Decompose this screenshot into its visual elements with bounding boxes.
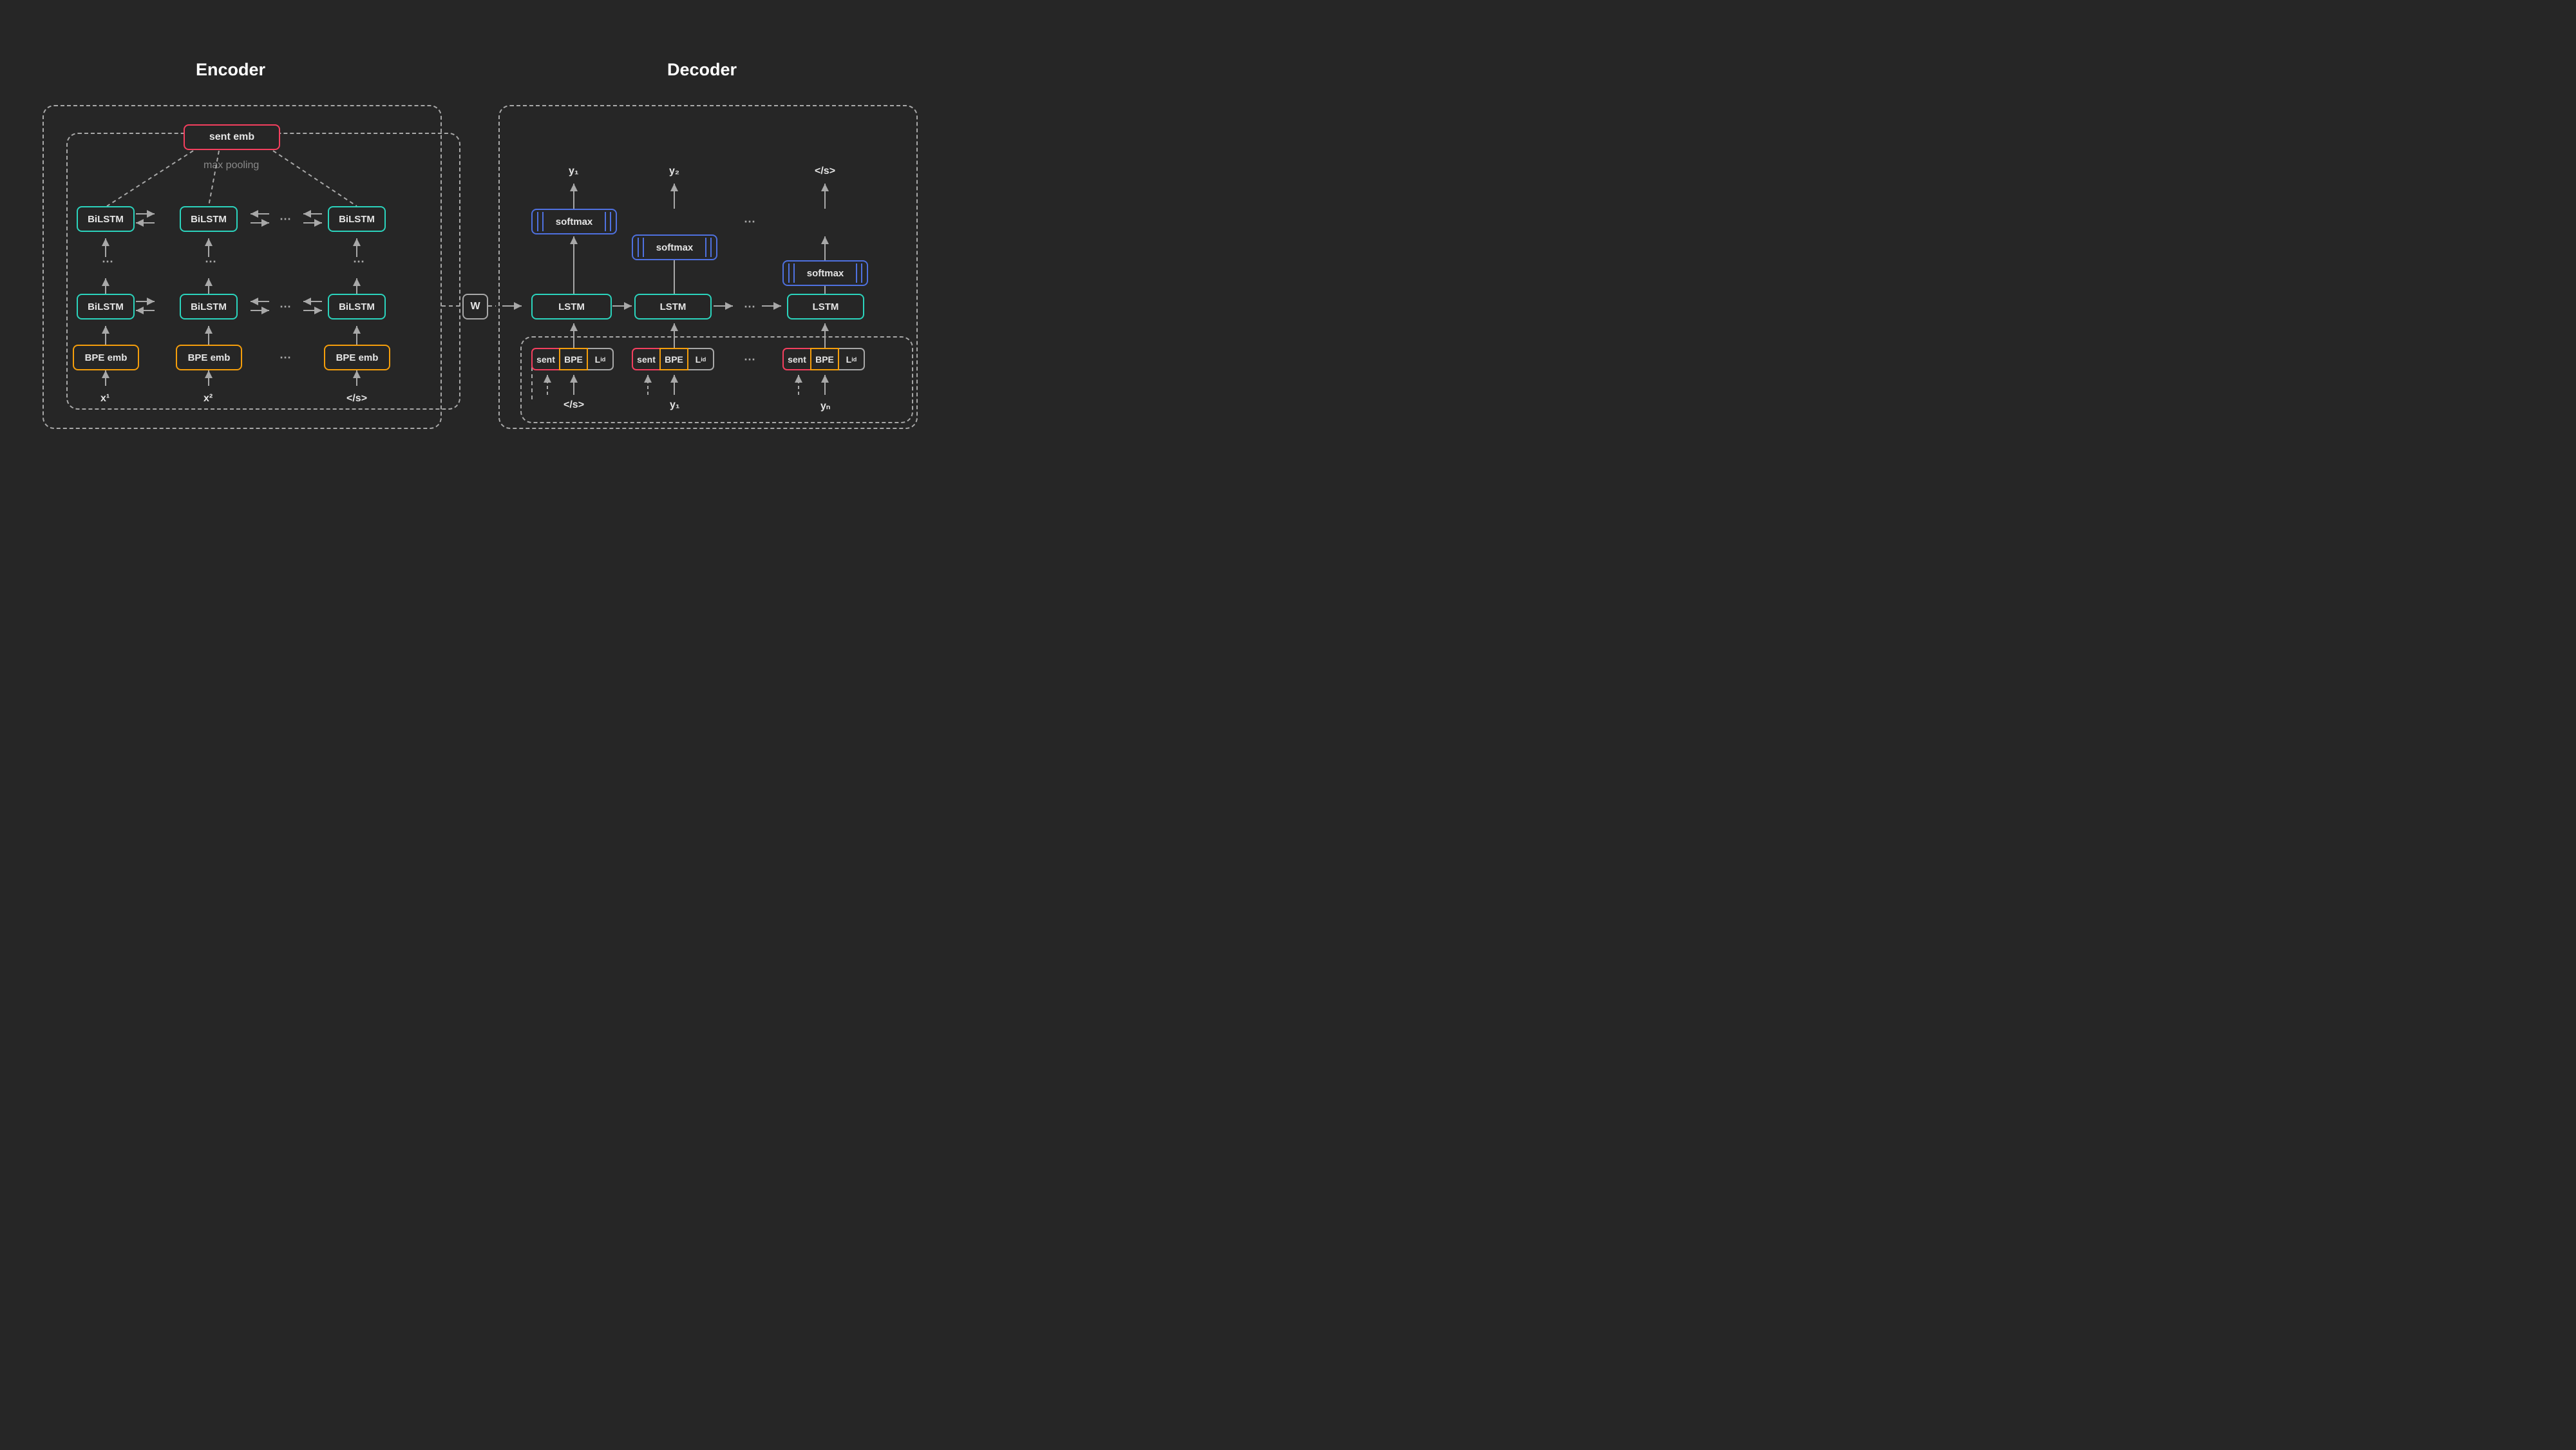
softmax-label: softmax <box>556 216 593 227</box>
encoder-title: Encoder <box>196 60 265 80</box>
decoder-title: Decoder <box>667 60 737 80</box>
seg-lid: Lid <box>839 348 865 370</box>
seg-sent: sent <box>531 348 559 370</box>
encoder-input-x1: x¹ <box>100 393 109 405</box>
bilstm-block-r1c3: BiLSTM <box>328 206 386 232</box>
softmax-label: softmax <box>807 268 844 279</box>
lstm-block-2: LSTM <box>634 294 712 320</box>
softmax-block-3: softmax <box>782 260 868 286</box>
bilstm-block-r1c1: BiLSTM <box>77 206 135 232</box>
seg-bpe: BPE <box>659 348 688 370</box>
sent-emb-block: sent emb <box>184 124 280 150</box>
ellipsis: ⋯ <box>205 255 217 269</box>
encoder-input-eos: </s> <box>346 393 367 405</box>
seg-lid: Lid <box>588 348 614 370</box>
ellipsis: ⋯ <box>744 353 756 367</box>
lstm-block-1: LSTM <box>531 294 612 320</box>
softmax-block-2: softmax <box>632 234 717 260</box>
decoder-input-1: sent BPE Lid <box>531 348 614 370</box>
seg-lid: Lid <box>688 348 714 370</box>
bpe-emb-block-3: BPE emb <box>324 345 390 370</box>
ellipsis: ⋯ <box>353 255 365 269</box>
decoder-output-eos: </s> <box>815 166 835 177</box>
decoder-input-yn: yₙ <box>820 399 830 412</box>
decoder-output-y2: y₂ <box>669 166 679 177</box>
decoder-input-2: sent BPE Lid <box>632 348 714 370</box>
seg-bpe: BPE <box>810 348 839 370</box>
ellipsis: ⋯ <box>744 215 756 229</box>
bilstm-block-r2c1: BiLSTM <box>77 294 135 320</box>
max-pooling-label: max pooling <box>204 160 259 171</box>
ellipsis: ⋯ <box>102 255 114 269</box>
encoder-input-x2: x² <box>204 393 213 405</box>
lstm-block-3: LSTM <box>787 294 864 320</box>
bpe-emb-block-1: BPE emb <box>73 345 139 370</box>
decoder-input-3: sent BPE Lid <box>782 348 865 370</box>
bilstm-block-r2c3: BiLSTM <box>328 294 386 320</box>
seg-bpe: BPE <box>559 348 588 370</box>
softmax-block-1: softmax <box>531 209 617 234</box>
ellipsis: ⋯ <box>279 213 292 226</box>
seg-sent: sent <box>782 348 810 370</box>
w-block: W <box>462 294 488 320</box>
decoder-output-y1: y₁ <box>569 166 579 177</box>
bilstm-block-r1c2: BiLSTM <box>180 206 238 232</box>
decoder-input-eos: </s> <box>564 399 584 411</box>
ellipsis: ⋯ <box>279 300 292 314</box>
seg-sent: sent <box>632 348 659 370</box>
decoder-input-y1: y₁ <box>670 399 680 411</box>
bpe-emb-block-2: BPE emb <box>176 345 242 370</box>
bilstm-block-r2c2: BiLSTM <box>180 294 238 320</box>
ellipsis: ⋯ <box>279 351 292 365</box>
ellipsis: ⋯ <box>744 300 756 314</box>
softmax-label: softmax <box>656 242 694 253</box>
